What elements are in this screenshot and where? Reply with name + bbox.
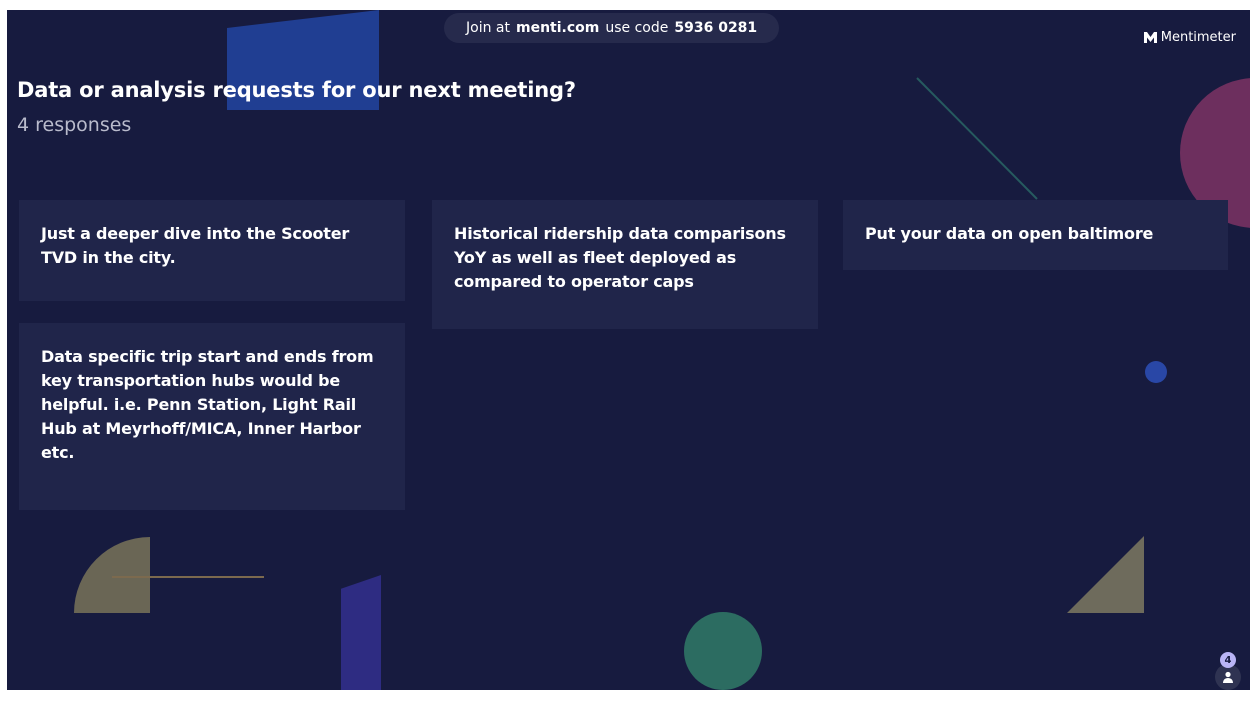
- response-card: Historical ridership data comparisons Yo…: [432, 200, 818, 329]
- response-count: 4 responses: [17, 114, 132, 136]
- question-title: Data or analysis requests for our next m…: [17, 78, 576, 102]
- participants-button[interactable]: 4: [1215, 652, 1241, 690]
- response-card: Data specific trip start and ends from k…: [19, 323, 405, 510]
- response-card: Just a deeper dive into the Scooter TVD …: [19, 200, 405, 301]
- person-icon: [1223, 671, 1233, 683]
- mentimeter-logo-icon: [1143, 32, 1157, 43]
- join-code: 5936 0281: [674, 20, 758, 36]
- tan-line-shape: [112, 576, 264, 578]
- response-text: Just a deeper dive into the Scooter TVD …: [41, 224, 350, 267]
- grey-quarter-circle-shape: [74, 537, 150, 613]
- brand-logo: Mentimeter: [1143, 30, 1236, 45]
- response-text: Data specific trip start and ends from k…: [41, 347, 374, 462]
- green-circle-shape: [684, 612, 762, 690]
- presentation-slide: Join at menti.com use code 5936 0281 Men…: [7, 10, 1250, 690]
- grey-triangle-shape: [1067, 536, 1144, 613]
- join-middle: use code: [605, 20, 669, 36]
- indigo-bar-shape: [341, 575, 381, 690]
- participant-count-badge: 4: [1220, 652, 1236, 668]
- join-site: menti.com: [515, 20, 600, 36]
- brand-name: Mentimeter: [1160, 30, 1236, 45]
- join-instructions-banner: Join at menti.com use code 5936 0281: [444, 13, 780, 43]
- response-text: Historical ridership data comparisons Yo…: [454, 224, 786, 291]
- join-prefix: Join at: [466, 20, 510, 36]
- blue-dot-shape: [1145, 361, 1167, 383]
- teal-line-shape: [916, 77, 1038, 200]
- response-card: Put your data on open baltimore: [843, 200, 1228, 270]
- response-text: Put your data on open baltimore: [865, 224, 1154, 243]
